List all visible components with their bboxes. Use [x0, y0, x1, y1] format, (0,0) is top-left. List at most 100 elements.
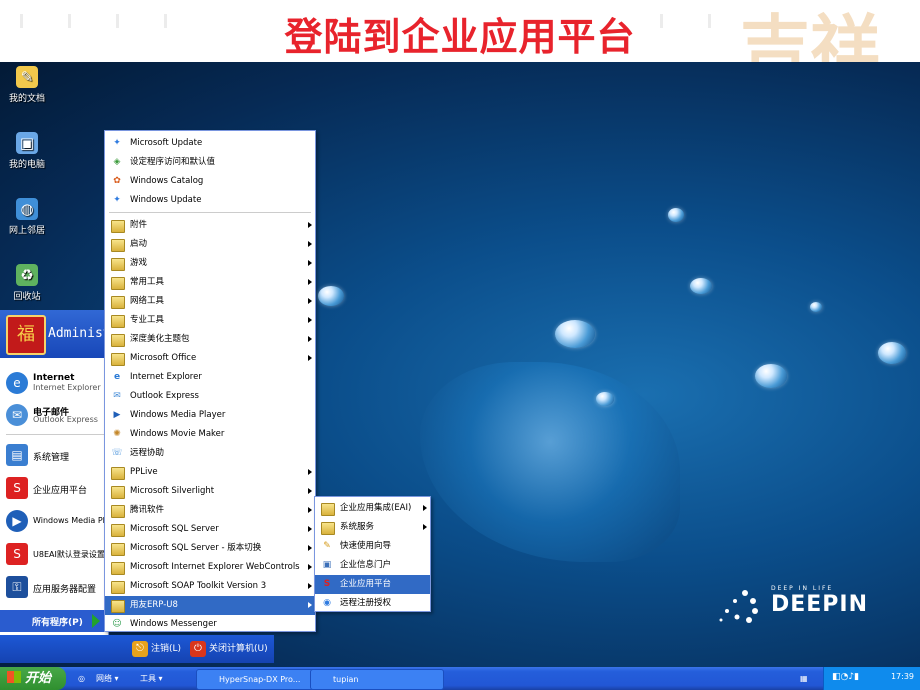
menu-item[interactable]: 启动	[105, 235, 315, 254]
folder-icon	[111, 353, 125, 366]
folder-icon	[111, 486, 125, 499]
menu-item[interactable]: ☏ 远程协助	[105, 444, 315, 463]
menu-item-label: 快速使用向导	[340, 541, 392, 551]
deepin-logo: DEEP IN LIFE DEEPIN	[715, 585, 868, 623]
menu-item[interactable]: ✿ Windows Catalog	[105, 172, 315, 191]
folder-icon	[111, 315, 125, 328]
toolbar-network[interactable]: 网络 ▾	[96, 669, 119, 688]
menu-item[interactable]: 深度美化主题包	[105, 330, 315, 349]
menu-item[interactable]: 系统服务	[315, 518, 430, 537]
folder-icon	[111, 277, 125, 290]
menu-item[interactable]: 用友ERP-U8	[105, 596, 315, 615]
keyboard-icon[interactable]: ▦	[800, 669, 808, 688]
task-hypersnap[interactable]: HyperSnap-DX Pro...	[196, 669, 320, 690]
folder-icon	[321, 503, 335, 516]
shutdown-button[interactable]: ⏻ 关闭计算机(U)	[190, 640, 268, 658]
menu-item-label: 远程协助	[130, 448, 165, 458]
mail-icon: ✉	[113, 391, 121, 401]
submenu-arrow-icon	[308, 469, 312, 475]
menu-item-label: Microsoft SOAP Toolkit Version 3	[130, 581, 267, 591]
menu-item-label: Windows Media Player	[130, 410, 226, 420]
menu-item[interactable]: Microsoft Silverlight	[105, 482, 315, 501]
menu-item[interactable]: 专业工具	[105, 311, 315, 330]
windows-flag-icon	[7, 671, 21, 683]
desktop-icon-computer[interactable]: ▣ 我的电脑	[0, 132, 57, 170]
update-icon: ✦	[113, 195, 121, 205]
menu-item[interactable]: PPLive	[105, 463, 315, 482]
recent-media-player[interactable]: ▶ Windows Media Pl	[6, 508, 108, 534]
ufida-icon: S	[6, 543, 28, 565]
task-tupian[interactable]: tupian	[310, 669, 444, 690]
desktop-icon-network[interactable]: ◍ 网上邻居	[0, 198, 57, 236]
computer-icon: ▣	[16, 132, 38, 154]
menu-item[interactable]: S 企业应用平台	[315, 575, 430, 594]
recent-label: 系统管理	[33, 453, 70, 463]
menu-item[interactable]: ✎ 快速使用向导	[315, 537, 430, 556]
menu-item[interactable]: Microsoft SQL Server	[105, 520, 315, 539]
ufida-icon: S	[6, 477, 28, 499]
water-drop	[690, 278, 712, 294]
folder-icon	[111, 600, 125, 613]
desktop-icon-label: 网上邻居	[8, 226, 45, 236]
submenu-arrow-icon	[308, 602, 312, 608]
water-drop	[596, 392, 614, 406]
menu-item[interactable]: ◈ 设定程序访问和默认值	[105, 153, 315, 172]
desktop-icon-documents[interactable]: ✎ 我的文档	[0, 66, 57, 104]
menu-item-label: Microsoft SQL Server	[130, 524, 219, 534]
logoff-button[interactable]: ⎋ 注销(L)	[132, 640, 181, 658]
recent-enterprise-platform[interactable]: S 企业应用平台	[6, 475, 108, 501]
menu-item[interactable]: Microsoft Internet Explorer WebControls	[105, 558, 315, 577]
recent-app-server-config[interactable]: ⚿ 应用服务器配置	[6, 574, 108, 600]
ufida-icon: S	[323, 579, 331, 589]
messenger-icon: ☺	[112, 619, 122, 629]
desktop-icon-recycle-bin[interactable]: ♻ 回收站	[0, 264, 57, 302]
pinned-email[interactable]: ✉ 电子邮件 Outlook Express	[6, 402, 108, 428]
water-drop	[318, 286, 344, 306]
menu-item[interactable]: 企业应用集成(EAI)	[315, 499, 430, 518]
folder-icon	[111, 543, 125, 556]
menu-item[interactable]: ✦ Microsoft Update	[105, 134, 315, 153]
recent-label: 企业应用平台	[33, 486, 88, 496]
water-splash	[420, 362, 680, 562]
menu-item[interactable]: ✺ Windows Movie Maker	[105, 425, 315, 444]
menu-item-label: 深度美化主题包	[130, 334, 190, 344]
menu-item[interactable]: e Internet Explorer	[105, 368, 315, 387]
recent-system-manage[interactable]: ▤ 系统管理	[6, 442, 108, 468]
menu-item-label: Microsoft Office	[130, 353, 197, 363]
network-icon: ◍	[16, 198, 38, 220]
submenu-arrow-icon	[308, 526, 312, 532]
deepin-dots-icon	[719, 590, 758, 623]
menu-item[interactable]: 网络工具	[105, 292, 315, 311]
menu-item-label: 专业工具	[130, 315, 165, 325]
menu-item[interactable]: Microsoft SQL Server - 版本切换	[105, 539, 315, 558]
start-menu-footer: ⎋ 注销(L) ⏻ 关闭计算机(U)	[0, 635, 274, 663]
menu-item[interactable]: Microsoft SOAP Toolkit Version 3	[105, 577, 315, 596]
menu-item[interactable]: 腾讯软件	[105, 501, 315, 520]
menu-item-label: 常用工具	[130, 277, 165, 287]
start-button[interactable]: 开始	[0, 667, 66, 690]
quick-launch-ie[interactable]: ◎	[78, 669, 85, 688]
documents-icon: ✎	[16, 66, 38, 88]
menu-item[interactable]: ✉ Outlook Express	[105, 387, 315, 406]
menu-item[interactable]: ▣ 企业信息门户	[315, 556, 430, 575]
menu-item[interactable]: ☺ Windows Messenger	[105, 615, 315, 634]
menu-item[interactable]: Microsoft Office	[105, 349, 315, 368]
tray-icons[interactable]: ◧◔♪▮	[832, 672, 859, 682]
menu-item[interactable]: ◉ 远程注册授权	[315, 594, 430, 613]
water-drop	[555, 320, 595, 348]
toolbar-tools[interactable]: 工具 ▾	[140, 669, 163, 688]
pinned-internet[interactable]: e Internet Internet Explorer	[6, 370, 108, 396]
menu-item[interactable]: 附件	[105, 216, 315, 235]
menu-item[interactable]: ✦ Windows Update	[105, 191, 315, 210]
all-programs-button[interactable]: 所有程序(P)	[0, 610, 108, 632]
menu-item[interactable]: ▶ Windows Media Player	[105, 406, 315, 425]
recent-u8eai-login[interactable]: S U8EAI默认登录设置	[6, 541, 108, 567]
start-menu-panel: 福 Administ e Internet Internet Explorer …	[0, 310, 111, 660]
menu-item[interactable]: 常用工具	[105, 273, 315, 292]
water-drop	[810, 302, 822, 312]
remote-assist-icon: ☏	[111, 448, 123, 458]
menu-item[interactable]: 游戏	[105, 254, 315, 273]
menu-item-label: 腾讯软件	[130, 505, 165, 515]
user-avatar: 福	[6, 315, 46, 355]
folder-icon	[111, 467, 125, 480]
